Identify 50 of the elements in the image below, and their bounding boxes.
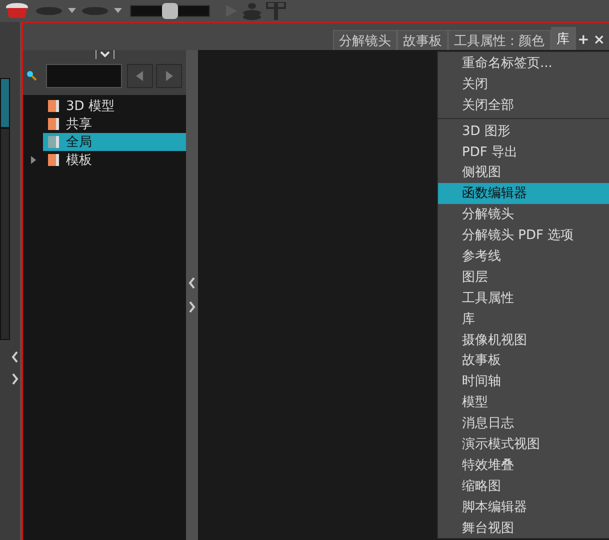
- menu-item[interactable]: 消息日志: [438, 413, 609, 434]
- collapse-left-icon[interactable]: [10, 350, 20, 364]
- menu-item[interactable]: 时间轴: [438, 371, 609, 392]
- expand-right-icon[interactable]: [10, 372, 20, 386]
- menu-item[interactable]: 函数编辑器: [438, 183, 609, 204]
- menu-item[interactable]: 特效堆叠: [438, 454, 609, 476]
- slider-track[interactable]: [130, 5, 210, 17]
- menu-item[interactable]: 缩略图: [438, 476, 609, 497]
- expand-arrow-icon[interactable]: [31, 156, 37, 164]
- dropdown-arrow-icon[interactable]: [114, 8, 122, 14]
- menu-item[interactable]: 关闭: [438, 74, 609, 95]
- menu-item[interactable]: 工具属性: [438, 288, 609, 309]
- menu-item[interactable]: 侧视图: [438, 162, 609, 184]
- menu-item[interactable]: 重命名标签页...: [438, 53, 609, 74]
- search-field[interactable]: [46, 64, 122, 88]
- left-arrow-icon: [136, 71, 144, 81]
- paint-bucket-icon[interactable]: [4, 2, 30, 20]
- menu-item[interactable]: PDF 导出: [438, 142, 609, 162]
- menu-item[interactable]: 分解镜头: [438, 204, 609, 226]
- tab[interactable]: 故事板: [396, 30, 448, 50]
- next-button[interactable]: [156, 64, 182, 88]
- book-icon: [47, 153, 60, 167]
- tab[interactable]: 工具属性 : 颜色: [448, 30, 551, 50]
- book-icon: [47, 99, 60, 113]
- book-icon: [47, 135, 60, 149]
- menu-item[interactable]: 演示模式视图: [438, 434, 609, 455]
- expand-right-icon[interactable]: [187, 300, 197, 314]
- tab-action-button[interactable]: ×: [591, 30, 607, 50]
- menu-item[interactable]: 脚本编辑器: [438, 496, 609, 518]
- search-icon: [26, 70, 38, 82]
- tab[interactable]: 库: [550, 27, 576, 50]
- menu-item[interactable]: 故事板: [438, 350, 609, 372]
- menu-item[interactable]: 3D 图形: [438, 120, 609, 142]
- slider-thumb[interactable]: [162, 3, 178, 19]
- right-arrow-icon: [165, 71, 173, 81]
- menu-item[interactable]: 库: [438, 308, 609, 330]
- menu-item[interactable]: 摄像机视图: [438, 330, 609, 350]
- chevron-down-icon[interactable]: [94, 50, 114, 59]
- menu-item[interactable]: 分解镜头 PDF 选项: [438, 225, 609, 246]
- menu-item[interactable]: 图层: [438, 266, 609, 288]
- collapse-left-icon[interactable]: [187, 276, 197, 290]
- book-icon: [47, 117, 60, 131]
- menu-item[interactable]: 模型: [438, 392, 609, 414]
- menu-item[interactable]: 舞台视图: [438, 518, 609, 538]
- tab[interactable]: 分解镜头: [332, 30, 397, 50]
- menu-item[interactable]: 关闭全部: [438, 94, 609, 116]
- dropdown-arrow-icon[interactable]: [68, 8, 76, 14]
- tab-action-button[interactable]: +: [576, 30, 592, 50]
- menu-item[interactable]: 参考线: [438, 246, 609, 267]
- previous-button[interactable]: [127, 64, 153, 88]
